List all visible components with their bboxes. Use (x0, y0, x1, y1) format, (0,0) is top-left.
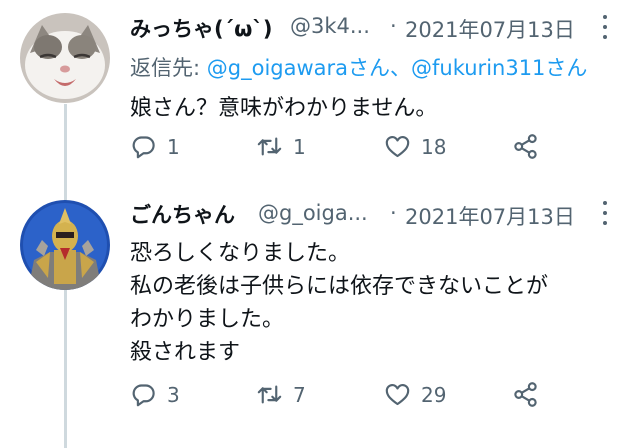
reply-button[interactable]: 3 (130, 381, 180, 408)
retweet-icon (257, 137, 282, 156)
retweet-button[interactable]: 7 (256, 381, 306, 408)
mention-link[interactable]: @fukurin311さん (411, 56, 587, 80)
share-button[interactable] (512, 381, 539, 408)
tweet-text-line: 娘さん？意味がわかりません。 (130, 96, 438, 121)
reply-icon (132, 136, 155, 159)
mention-joiner: 、 (390, 56, 412, 80)
reply-to-line: 返信先: @g_oigawaraさん、@fukurin311さん (130, 52, 587, 82)
cat-avatar-image (20, 13, 110, 103)
date-separator: · (390, 14, 397, 38)
like-count: 18 (421, 134, 447, 159)
retweet-count: 7 (293, 382, 306, 407)
more-icon[interactable] (602, 201, 608, 225)
author-handle[interactable]: @3k4... (290, 14, 370, 38)
reply-count: 3 (167, 382, 180, 407)
armored-hero-avatar-image (20, 200, 110, 290)
retweet-count: 1 (293, 134, 306, 159)
heart-icon (385, 135, 410, 158)
author-name[interactable]: みっちゃ(´ω`) (130, 13, 272, 43)
tweet-text-line: わかりました。 (130, 307, 285, 332)
tweet-text-line: 恐ろしくなりました。 (130, 241, 351, 266)
date-separator: · (390, 201, 397, 225)
author-name[interactable]: ごんちゃん (130, 199, 235, 229)
retweet-icon (257, 385, 282, 404)
author-handle[interactable]: @g_oiga... (258, 201, 368, 225)
reply-count: 1 (167, 134, 180, 159)
like-count: 29 (421, 382, 447, 407)
tweet-date[interactable]: 2021年07月13日 (405, 201, 575, 231)
tweet-date[interactable]: 2021年07月13日 (405, 14, 575, 44)
reply-icon (132, 384, 155, 407)
mention-link[interactable]: @g_oigawaraさん (207, 56, 390, 80)
reply-to-label: 返信先: (130, 56, 201, 80)
like-button[interactable]: 18 (384, 133, 446, 160)
tweet-text-line: 私の老後は子供らには依存できないことが (130, 274, 549, 299)
heart-icon (385, 383, 410, 406)
tweet-text-line: 殺されます (130, 340, 241, 365)
share-button[interactable] (512, 133, 539, 160)
armored-hero-avatar[interactable] (20, 200, 110, 290)
retweet-button[interactable]: 1 (256, 133, 306, 160)
more-icon[interactable] (602, 15, 608, 39)
share-icon (514, 134, 537, 159)
reply-button[interactable]: 1 (130, 133, 180, 160)
like-button[interactable]: 29 (384, 381, 446, 408)
cat-avatar[interactable] (20, 13, 110, 103)
share-icon (514, 382, 537, 407)
